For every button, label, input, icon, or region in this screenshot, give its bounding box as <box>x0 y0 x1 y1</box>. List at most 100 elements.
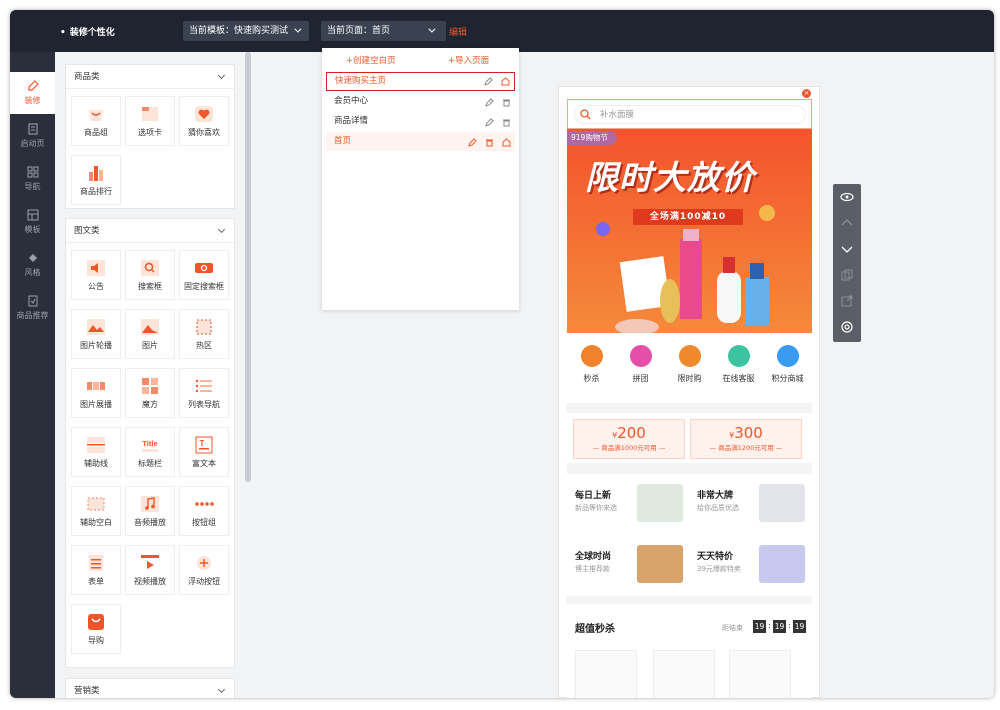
sidebar-item-label: 装修 <box>24 96 41 105</box>
page-item-member[interactable]: 会员中心 <box>326 92 515 111</box>
component-float-button[interactable]: 浮动按钮 <box>179 545 229 595</box>
component-rich-text[interactable]: T 富文本 <box>179 427 229 477</box>
home-icon[interactable] <box>502 136 511 147</box>
component-search-box[interactable]: 搜索框 <box>125 250 175 300</box>
chevron-down-icon <box>217 685 226 694</box>
import-page-button[interactable]: +导入页面 <box>448 54 489 66</box>
showcase-icon <box>87 382 105 390</box>
search-icon <box>580 109 591 120</box>
page-item-quick-buy[interactable]: 快速购买主页 <box>326 72 515 91</box>
form-icon <box>89 555 103 571</box>
video-icon <box>141 555 159 569</box>
target-icon[interactable] <box>839 319 855 335</box>
chevron-up-icon[interactable] <box>839 215 855 231</box>
seckill-product[interactable] <box>575 650 637 698</box>
edit-icon[interactable] <box>485 116 494 127</box>
group-header[interactable]: 营销类 <box>66 679 234 698</box>
promo-new-arrivals[interactable]: 每日上新 新品等你来选 <box>567 474 689 534</box>
home-icon[interactable] <box>501 76 510 86</box>
sidebar-item-navigation[interactable]: 导航 <box>10 158 55 200</box>
component-image[interactable]: 图片 <box>125 309 175 359</box>
component-image-showcase[interactable]: 图片展播 <box>71 368 121 418</box>
blank-icon <box>87 497 105 511</box>
component-fixed-search[interactable]: 固定搜索框 <box>179 250 229 300</box>
page-item-goods-detail[interactable]: 商品详情 <box>326 112 515 131</box>
eye-icon[interactable] <box>839 189 855 205</box>
brand-title: 装修个性化 <box>60 25 115 38</box>
seckill-title: 超值秒杀 <box>575 624 615 635</box>
component-list-nav[interactable]: 列表导航 <box>179 368 229 418</box>
music-icon <box>141 496 159 512</box>
fixed-search-icon <box>195 263 213 273</box>
component-button-group[interactable]: 按钮组 <box>179 486 229 536</box>
trash-icon[interactable] <box>485 136 494 147</box>
group-title: 商品类 <box>74 72 100 82</box>
edit-icon[interactable] <box>484 76 493 86</box>
create-blank-page-button[interactable]: +创建空白页 <box>346 54 396 66</box>
product-thumbnail <box>759 484 805 522</box>
list-icon <box>195 379 212 393</box>
sidebar-item-recommend[interactable]: 商品推荐 <box>10 287 55 329</box>
chevron-down-icon[interactable] <box>839 241 855 257</box>
component-goods-ranking[interactable]: 商品排行 <box>71 155 121 205</box>
component-goods-group[interactable]: 商品组 <box>71 96 121 146</box>
seckill-product[interactable] <box>729 650 791 698</box>
component-title-bar[interactable]: Title 标题栏 <box>125 427 175 477</box>
share-icon[interactable] <box>839 293 855 309</box>
component-shopping-guide[interactable]: 导购 <box>71 604 121 654</box>
quick-icon-limited[interactable]: 限时购 <box>665 345 714 384</box>
close-icon[interactable]: × <box>802 89 811 98</box>
quick-icon-points-mall[interactable]: 积分商城 <box>763 345 812 384</box>
component-divider[interactable]: 辅助线 <box>71 427 121 477</box>
sidebar-item-style[interactable]: 风格 <box>10 244 55 286</box>
component-video[interactable]: 视频播放 <box>125 545 175 595</box>
sidebar-item-splash[interactable]: 启动页 <box>10 115 55 157</box>
chat-icon <box>727 345 750 367</box>
component-hotspot[interactable]: 热区 <box>179 309 229 359</box>
sidebar-item-template[interactable]: 模板 <box>10 201 55 243</box>
top-bar: 装修个性化 当前模板：快速购买测试 当前页面：首页 编辑 <box>10 10 994 52</box>
component-image-carousel[interactable]: 图片轮播 <box>71 309 121 359</box>
component-blank-space[interactable]: 辅助空白 <box>71 486 121 536</box>
edit-icon[interactable] <box>485 96 494 107</box>
group-buy-icon <box>629 345 652 367</box>
trash-icon[interactable] <box>502 116 511 127</box>
coupon-card[interactable]: ¥200— 商品满1000元可用 — <box>573 419 685 459</box>
panel-scrollbar[interactable] <box>245 52 251 482</box>
product-thumbnail <box>637 484 683 522</box>
promo-daily-deals[interactable]: 天天特价 39元爆款特卖 <box>689 535 811 595</box>
edit-page-link[interactable]: 编辑 <box>449 25 467 38</box>
countdown-label: 距结束 <box>722 624 743 632</box>
promo-global-fashion[interactable]: 全球时尚 博主推荐款 <box>567 535 689 595</box>
component-audio[interactable]: 音频播放 <box>125 486 175 536</box>
group-header[interactable]: 商品类 <box>66 65 234 89</box>
page-selector[interactable]: 当前页面：首页 <box>321 21 446 41</box>
countdown-hours: 19 <box>753 620 766 633</box>
preview-search-bar[interactable]: 补水面膜 <box>567 99 812 129</box>
copy-icon[interactable] <box>839 267 855 283</box>
sidebar-item-decorate[interactable]: 装修 <box>10 72 55 114</box>
component-guess-like[interactable]: 猜你喜欢 <box>179 96 229 146</box>
component-magic-cube[interactable]: 魔方 <box>125 368 175 418</box>
component-notice[interactable]: 公告 <box>71 250 121 300</box>
component-tabs[interactable]: 选项卡 <box>125 96 175 146</box>
product-thumbnail <box>759 545 805 583</box>
edit-icon[interactable] <box>468 136 477 147</box>
coupon-card[interactable]: ¥300— 商品满1200元可用 — <box>690 419 802 459</box>
preview-toolbar <box>833 184 861 342</box>
template-selector[interactable]: 当前模板：快速购买测试 <box>183 21 309 41</box>
speaker-icon <box>87 260 105 276</box>
quick-icon-service[interactable]: 在线客服 <box>714 345 763 384</box>
promo-big-brand[interactable]: 非常大牌 给你品质优选 <box>689 474 811 534</box>
trash-icon[interactable] <box>502 96 511 107</box>
seckill-section: 超值秒杀 距结束 19 : 19 : 19 <box>567 604 812 698</box>
component-form[interactable]: 表单 <box>71 545 121 595</box>
group-header[interactable]: 图文类 <box>66 219 234 243</box>
quick-icon-seckill[interactable]: 秒杀 <box>567 345 616 384</box>
quick-icon-group-buy[interactable]: 拼团 <box>616 345 665 384</box>
page-item-home[interactable]: 首页 <box>326 132 515 151</box>
chevron-down-icon <box>217 71 226 80</box>
seckill-product[interactable] <box>653 650 715 698</box>
promo-grid: 每日上新 新品等你来选 非常大牌 给你品质优选 全球时尚 博主推荐款 天天特价 39元爆… <box>567 474 812 596</box>
promo-banner[interactable]: 919购物节 限时大放价 全场满100减10 <box>567 129 812 333</box>
